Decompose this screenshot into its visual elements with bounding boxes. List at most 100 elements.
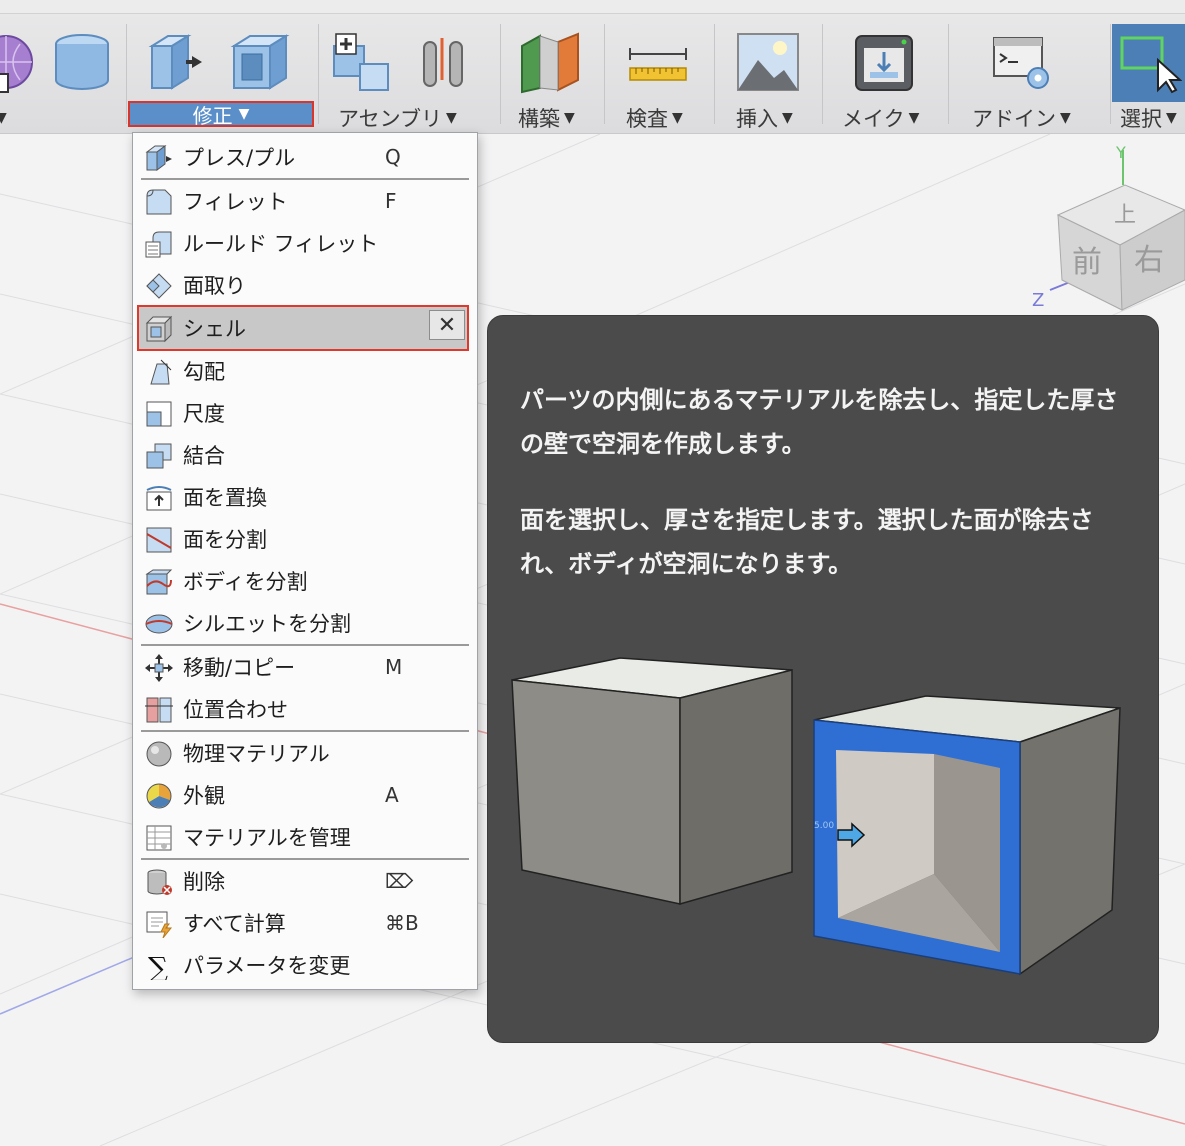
menu-item-label: 位置合わせ [183,698,288,722]
toolbar-separator [1110,24,1111,124]
caret-icon: ▼ [1060,110,1071,126]
menu-item-physical-material[interactable]: 物理マテリアル [135,733,475,773]
toolbar-group-inspect[interactable]: 検査 ▼ [606,14,712,132]
menu-item-change-parameters[interactable]: ∑ パラメータを変更 [135,945,475,985]
modify-menu-button[interactable]: 修正 ▼ [128,101,314,128]
menu-item-move-copy[interactable]: 移動/コピー M [135,647,475,687]
make-3dprint-icon[interactable] [852,30,916,94]
press-pull-icon [145,145,172,171]
make-label-text: メイク [842,107,905,131]
caret-icon: ▼ [672,110,683,126]
chamfer-icon [146,273,172,299]
toolbar-group-construct[interactable]: 構築 ▼ [502,14,602,132]
menu-divider [141,178,469,180]
compute-all-icon [146,911,173,938]
insert-menu-label[interactable]: 挿入 ▼ [736,104,793,132]
menu-item-combine[interactable]: 結合 [135,435,475,475]
menu-item-split-face[interactable]: 面を分割 [135,519,475,559]
menu-item-fillet[interactable]: フィレット F [135,181,475,221]
menu-item-appearance[interactable]: 外観 A [135,775,475,815]
addins-script-icon[interactable] [990,30,1054,94]
caret-icon: ▼ [782,110,793,126]
inspect-ruler-icon[interactable] [626,30,690,94]
menu-item-label: プレス/プル [183,146,296,170]
new-component-icon[interactable] [330,30,394,94]
split-body-icon [145,569,173,595]
menu-item-scale[interactable]: 尺度 [135,393,475,433]
cylinder-icon[interactable] [50,30,114,94]
menu-item-label: 移動/コピー [183,656,296,680]
menu-item-label: ルールド フィレット [183,232,379,256]
toolbar-group-make[interactable]: メイク ▼ [824,14,946,132]
toolbar-separator [714,24,715,124]
menu-item-align[interactable]: 位置合わせ [135,689,475,729]
manage-materials-icon [146,825,172,851]
menu-item-label: マテリアルを管理 [183,826,351,850]
menu-item-replace-face[interactable]: 面を置換 [135,477,475,517]
menu-item-shortcut: ⌦ [385,869,414,893]
menu-item-press-pull[interactable]: プレス/プル Q [135,137,475,177]
menu-item-chamfer[interactable]: 面取り [135,265,475,305]
menu-item-delete[interactable]: 削除 ⌦ [135,861,475,901]
select-label-text: 選択 [1120,107,1162,131]
modify-dropdown-menu: プレス/プル Q フィレット F ルールド フィレット 面取り シェル ✕ 勾配… [132,132,478,990]
menu-item-label: 削除 [183,870,225,894]
menu-item-draft[interactable]: 勾配 [135,351,475,391]
axis-z-label: Z [1032,290,1044,311]
split-face-icon [146,527,172,553]
inspect-menu-label[interactable]: 検査 ▼ [626,104,683,132]
make-menu-label[interactable]: メイク ▼ [842,104,919,132]
insert-image-icon[interactable] [736,30,800,94]
menu-item-compute-all[interactable]: すべて計算 ⌘B [135,903,475,943]
toolbar-separator [948,24,949,124]
change-parameters-icon: ∑ [148,952,168,980]
menu-item-rule-fillet[interactable]: ルールド フィレット [135,223,475,263]
toolbar-group-create[interactable]: ▼ [0,14,125,132]
thickness-dimension: 5.00 [814,821,834,831]
menu-item-label: 外観 [183,784,225,808]
toolbar-group-select[interactable]: 選択 ▼ [1112,14,1185,132]
menu-item-manage-materials[interactable]: マテリアルを管理 [135,817,475,857]
construct-menu-label[interactable]: 構築 ▼ [518,104,575,132]
form-sphere-icon[interactable] [0,30,50,94]
fillet-icon [146,189,172,215]
toolbar: ▼ 修正 ▼ アセンブリ ▼ 構築 ▼ 検査 ▼ 挿入 ▼ メイク ▼ アドイン… [0,0,1185,134]
menu-item-label: パラメータを変更 [183,954,351,978]
menu-item-label: シェル [183,317,246,341]
menu-item-shortcut: A [385,783,399,807]
view-cube[interactable]: Y Z 上 前 右 [1030,140,1185,320]
menu-item-label: 面取り [183,274,246,298]
toolbar-separator [822,24,823,124]
menu-item-shortcut: ⌘B [385,911,419,935]
assemble-menu-label[interactable]: アセンブリ ▼ [338,104,457,132]
addins-menu-label[interactable]: アドイン ▼ [972,104,1071,132]
select-window-icon[interactable] [1118,30,1182,94]
silhouette-split-icon [145,614,173,634]
toolbar-group-addins[interactable]: アドイン ▼ [950,14,1108,132]
menu-item-shell[interactable]: シェル ✕ [137,305,469,351]
menu-item-shortcut: F [385,189,397,213]
rule-fillet-icon [145,231,172,258]
toolbar-group-assemble[interactable]: アセンブリ ▼ [320,14,498,132]
create-menu-label[interactable]: ▼ [0,104,7,132]
menu-item-split-body[interactable]: ボディを分割 [135,561,475,601]
physical-material-icon [146,741,172,767]
construct-plane-icon[interactable] [518,30,582,94]
toolbar-group-insert[interactable]: 挿入 ▼ [716,14,820,132]
modify-menu-label: 修正 [192,103,233,128]
toolbar-separator [318,24,319,124]
shell-toolbar-icon[interactable] [228,30,292,94]
menu-item-label: 勾配 [183,360,225,384]
assemble-label-text: アセンブリ [338,107,442,131]
joint-icon[interactable] [414,30,478,94]
svg-text:∑: ∑ [148,952,168,980]
caret-icon: ▼ [564,110,575,126]
select-menu-label[interactable]: 選択 ▼ [1120,104,1177,132]
caret-icon: ▼ [0,110,7,126]
menu-item-label: 物理マテリアル [183,742,330,766]
toolbar-separator [604,24,605,124]
menu-item-silhouette-split[interactable]: シルエットを分割 [135,603,475,643]
title-strip [0,0,1185,14]
press-pull-toolbar-icon[interactable] [146,30,210,94]
close-pin-button[interactable]: ✕ [429,310,465,340]
